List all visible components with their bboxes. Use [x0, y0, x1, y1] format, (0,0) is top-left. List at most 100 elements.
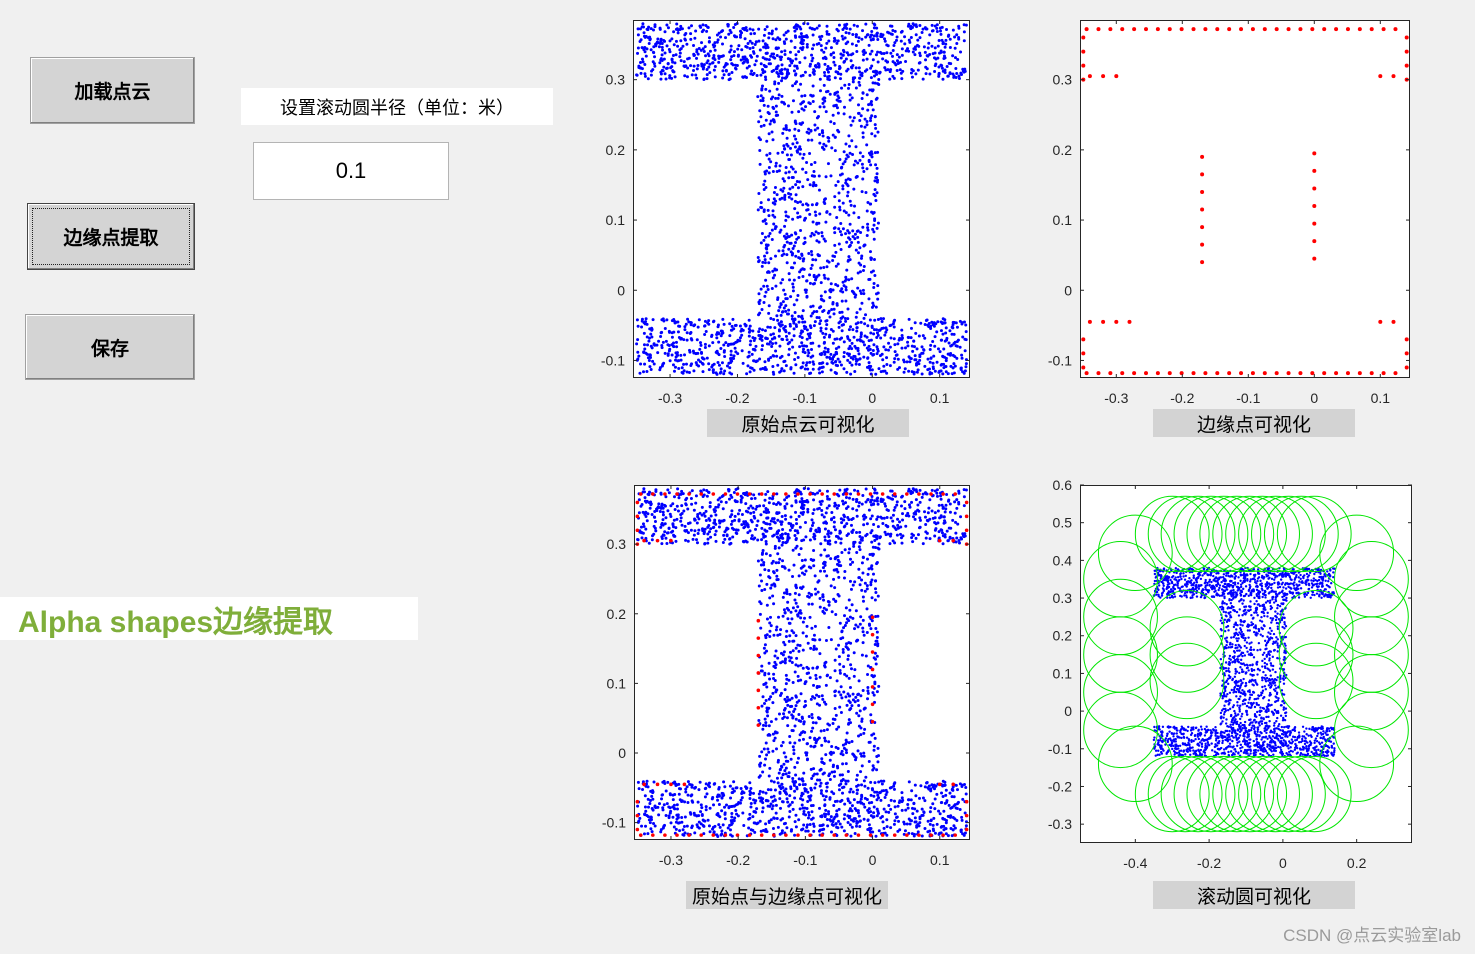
cloud-point	[769, 519, 773, 523]
cloud-point	[873, 781, 877, 785]
cloud-point	[673, 365, 677, 369]
cloud-point	[943, 533, 947, 537]
x-tick-label: 0	[1310, 390, 1318, 406]
cloud-point	[867, 43, 871, 47]
cloud-point	[787, 331, 791, 335]
cloud-point	[815, 530, 819, 534]
cloud-point	[829, 815, 833, 819]
cloud-point	[728, 537, 732, 541]
cloud-point	[731, 787, 735, 791]
cloud-point	[697, 318, 701, 322]
radius-input[interactable]	[253, 142, 449, 200]
cloud-point	[808, 538, 812, 542]
cloud-point	[730, 526, 734, 530]
cloud-point	[900, 334, 904, 338]
cloud-point	[932, 324, 936, 328]
cloud-point	[944, 38, 948, 42]
cloud-point	[764, 492, 768, 496]
cloud-point	[784, 532, 788, 536]
cloud-point	[838, 337, 842, 341]
cloud-point	[766, 270, 770, 274]
cloud-point	[892, 787, 896, 791]
cloud-point	[876, 317, 880, 321]
cloud-point	[818, 605, 822, 609]
app-banner-title: Alpha shapes边缘提取	[0, 597, 418, 640]
cloud-point	[892, 799, 896, 803]
cloud-point	[791, 807, 795, 811]
cloud-point	[829, 638, 833, 642]
cloud-point	[917, 526, 921, 530]
cloud-point	[666, 780, 670, 784]
extract-edges-button[interactable]: 边缘点提取	[27, 203, 195, 270]
cloud-point	[767, 661, 771, 665]
cloud-point	[823, 62, 827, 66]
cloud-point	[664, 789, 668, 793]
cloud-point	[842, 112, 846, 116]
cloud-point	[681, 44, 685, 48]
cloud-point	[769, 54, 773, 58]
cloud-point	[775, 193, 779, 197]
cloud-point	[876, 284, 880, 288]
cloud-point	[873, 123, 877, 127]
cloud-point	[760, 206, 764, 210]
cloud-point	[916, 503, 920, 507]
cloud-point	[666, 353, 670, 357]
edge-point	[1101, 74, 1106, 79]
cloud-point	[806, 500, 810, 504]
cloud-point	[820, 231, 824, 235]
cloud-point	[913, 816, 917, 820]
cloud-point	[783, 514, 787, 518]
cloud-point	[721, 519, 725, 523]
cloud-point	[646, 512, 650, 516]
cloud-point	[706, 25, 710, 29]
cloud-point	[812, 508, 816, 512]
cloud-point	[896, 523, 900, 527]
cloud-point	[847, 213, 851, 217]
cloud-point	[850, 66, 854, 70]
cloud-point	[955, 340, 959, 344]
cloud-point	[780, 50, 784, 54]
cloud-point	[783, 292, 787, 296]
cloud-point	[706, 52, 710, 56]
cloud-point	[799, 32, 803, 36]
cloud-point	[876, 130, 880, 134]
cloud-point	[766, 508, 770, 512]
cloud-point	[933, 46, 937, 50]
cloud-point	[871, 768, 875, 772]
cloud-point	[889, 807, 893, 811]
cloud-point	[775, 87, 779, 91]
cloud-point	[767, 31, 771, 35]
cloud-point	[772, 120, 776, 124]
cloud-point	[823, 96, 827, 100]
cloud-point	[719, 334, 723, 338]
cloud-point	[734, 323, 738, 327]
cloud-point	[728, 334, 732, 338]
cloud-point	[835, 492, 839, 496]
cloud-point	[809, 128, 813, 132]
edge-point	[1312, 168, 1317, 173]
cloud-point	[713, 533, 717, 537]
cloud-point	[873, 273, 877, 277]
cloud-point	[683, 65, 687, 69]
cloud-point	[686, 66, 690, 70]
load-point-cloud-button[interactable]: 加载点云	[30, 57, 195, 124]
cloud-point	[811, 558, 815, 562]
cloud-point	[730, 811, 734, 815]
cloud-point	[875, 226, 879, 230]
cloud-point	[856, 749, 860, 753]
cloud-point	[851, 229, 855, 233]
cloud-point	[877, 367, 881, 371]
cloud-point	[955, 71, 959, 75]
edge-point	[1404, 337, 1409, 342]
save-button[interactable]: 保存	[25, 314, 195, 380]
cloud-point	[793, 64, 797, 68]
cloud-point	[699, 341, 703, 345]
cloud-point	[734, 67, 738, 71]
cloud-point	[806, 354, 810, 358]
cloud-point	[815, 116, 819, 120]
cloud-point	[892, 337, 896, 341]
cloud-point	[860, 536, 864, 540]
cloud-point	[960, 784, 964, 788]
cloud-point	[850, 139, 854, 143]
cloud-point	[941, 77, 945, 81]
